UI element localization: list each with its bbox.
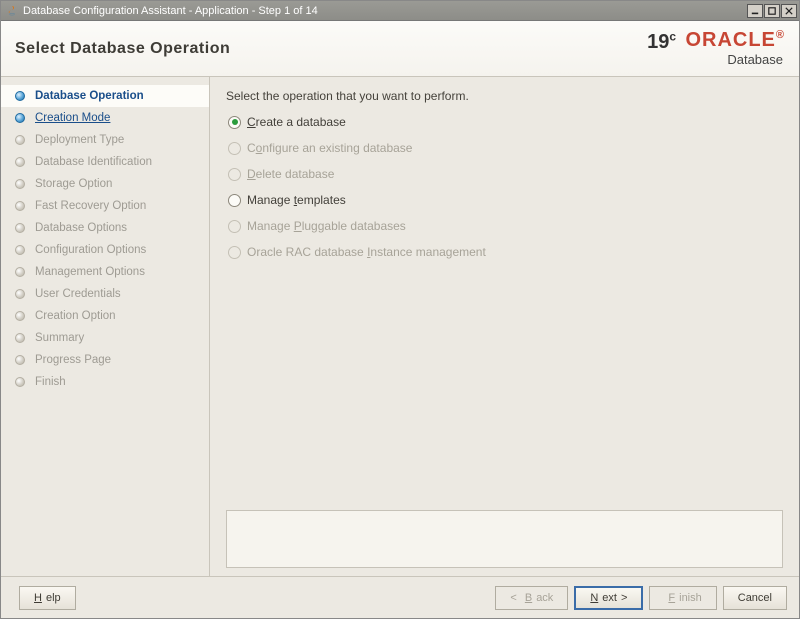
oracle-logo: 19c ORACLE® Database bbox=[647, 29, 785, 67]
step-dot-icon bbox=[15, 333, 25, 343]
radio-delete-database: Delete database bbox=[228, 167, 783, 181]
back-button: <Back bbox=[495, 586, 568, 610]
step-dot-icon bbox=[15, 289, 25, 299]
operation-options: Create a database Configure an existing … bbox=[226, 115, 783, 259]
radio-icon bbox=[228, 246, 241, 259]
sidebar-step-storage-option: Storage Option bbox=[1, 173, 209, 195]
help-button[interactable]: Help bbox=[19, 586, 76, 610]
radio-icon bbox=[228, 220, 241, 233]
step-dot-icon bbox=[15, 223, 25, 233]
radio-icon bbox=[228, 168, 241, 181]
radio-rac-instance: Oracle RAC database Instance management bbox=[228, 245, 783, 259]
next-button[interactable]: Next > bbox=[574, 586, 643, 610]
step-dot-icon bbox=[15, 355, 25, 365]
step-dot-icon bbox=[15, 201, 25, 211]
step-dot-icon bbox=[15, 245, 25, 255]
minimize-button[interactable] bbox=[747, 4, 763, 18]
main: Database Operation Creation Mode Deploym… bbox=[1, 77, 799, 576]
sidebar-step-database-identification: Database Identification bbox=[1, 151, 209, 173]
radio-icon bbox=[228, 142, 241, 155]
sidebar-step-configuration-options: Configuration Options bbox=[1, 239, 209, 261]
app-window: Database Configuration Assistant - Appli… bbox=[0, 0, 800, 619]
prompt-text: Select the operation that you want to pe… bbox=[226, 89, 783, 103]
java-icon bbox=[5, 4, 19, 18]
sidebar: Database Operation Creation Mode Deploym… bbox=[1, 77, 210, 576]
page-title: Select Database Operation bbox=[15, 40, 647, 58]
sidebar-step-user-credentials: User Credentials bbox=[1, 283, 209, 305]
header: Select Database Operation 19c ORACLE® Da… bbox=[1, 21, 799, 77]
sidebar-step-progress-page: Progress Page bbox=[1, 349, 209, 371]
step-dot-icon bbox=[15, 311, 25, 321]
sidebar-step-database-options: Database Options bbox=[1, 217, 209, 239]
radio-icon bbox=[228, 116, 241, 129]
close-button[interactable] bbox=[781, 4, 797, 18]
sidebar-step-fast-recovery-option: Fast Recovery Option bbox=[1, 195, 209, 217]
sidebar-step-management-options: Management Options bbox=[1, 261, 209, 283]
cancel-button[interactable]: Cancel bbox=[723, 586, 787, 610]
step-dot-icon bbox=[15, 113, 25, 123]
footer: Help <Back Next > Finish Cancel bbox=[1, 576, 799, 618]
radio-manage-pluggable: Manage Pluggable databases bbox=[228, 219, 783, 233]
sidebar-step-finish: Finish bbox=[1, 371, 209, 393]
step-dot-icon bbox=[15, 91, 25, 101]
message-area bbox=[226, 510, 783, 568]
window-title: Database Configuration Assistant - Appli… bbox=[23, 5, 747, 17]
radio-icon bbox=[228, 194, 241, 207]
chevron-right-icon: > bbox=[621, 592, 627, 604]
maximize-button[interactable] bbox=[764, 4, 780, 18]
step-dot-icon bbox=[15, 179, 25, 189]
finish-button: Finish bbox=[649, 586, 716, 610]
titlebar: Database Configuration Assistant - Appli… bbox=[1, 1, 799, 21]
sidebar-step-creation-mode[interactable]: Creation Mode bbox=[1, 107, 209, 129]
chevron-left-icon: < bbox=[510, 592, 516, 604]
step-dot-icon bbox=[15, 135, 25, 145]
sidebar-step-creation-option: Creation Option bbox=[1, 305, 209, 327]
radio-configure-database: Configure an existing database bbox=[228, 141, 783, 155]
step-dot-icon bbox=[15, 377, 25, 387]
radio-manage-templates[interactable]: Manage templates bbox=[228, 193, 783, 207]
step-dot-icon bbox=[15, 267, 25, 277]
sidebar-step-database-operation[interactable]: Database Operation bbox=[1, 85, 209, 107]
step-dot-icon bbox=[15, 157, 25, 167]
content-pane: Select the operation that you want to pe… bbox=[210, 77, 799, 576]
sidebar-step-summary: Summary bbox=[1, 327, 209, 349]
sidebar-step-deployment-type: Deployment Type bbox=[1, 129, 209, 151]
radio-create-database[interactable]: Create a database bbox=[228, 115, 783, 129]
